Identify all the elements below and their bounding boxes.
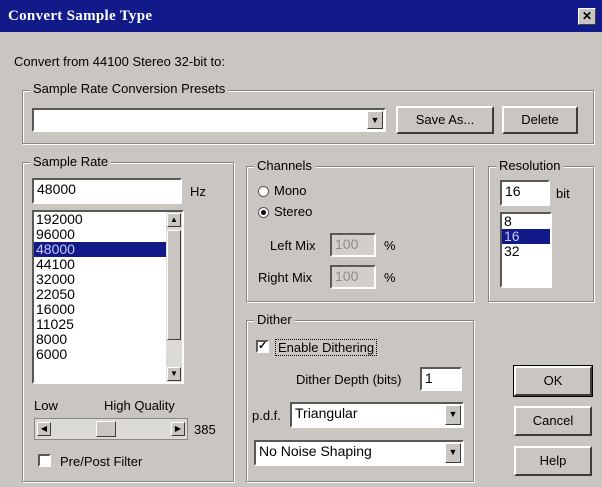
sample-rate-list-item[interactable]: 22050 — [34, 287, 182, 302]
pdf-value: Triangular — [295, 405, 358, 421]
stereo-label: Stereo — [274, 204, 313, 219]
sample-rate-list-item[interactable]: 96000 — [34, 227, 182, 242]
slider-right-icon[interactable]: ▶ — [171, 422, 185, 436]
pdf-combobox[interactable]: Triangular ▼ — [290, 402, 464, 428]
chevron-down-icon[interactable]: ▼ — [367, 111, 383, 129]
resolution-list-item[interactable]: 16 — [502, 229, 550, 244]
quality-slider[interactable]: ◀ ▶ — [34, 418, 188, 440]
sample-rate-list-item[interactable]: 32000 — [34, 272, 182, 287]
resolution-group-label: Resolution — [496, 158, 564, 173]
left-mix-label: Left Mix — [270, 238, 316, 253]
quality-low-label: Low — [34, 398, 58, 413]
scroll-up-icon[interactable]: ▲ — [167, 213, 181, 227]
noise-shaping-value: No Noise Shaping — [259, 443, 372, 459]
scroll-down-icon[interactable]: ▼ — [167, 367, 181, 381]
dither-depth-input[interactable]: 1 — [420, 367, 462, 391]
sample-rate-list-item[interactable]: 8000 — [34, 332, 182, 347]
channels-group-label: Channels — [254, 158, 315, 173]
stereo-radio[interactable] — [258, 207, 269, 218]
chevron-down-icon[interactable]: ▼ — [445, 443, 461, 463]
sample-rate-list-item[interactable]: 11025 — [34, 317, 182, 332]
sample-rate-group-label: Sample Rate — [30, 154, 112, 169]
sample-rate-scrollbar[interactable]: ▲ ▼ — [166, 212, 182, 382]
prepost-filter-label: Pre/Post Filter — [60, 454, 143, 469]
help-button[interactable]: Help — [514, 446, 592, 476]
sample-rate-list-item[interactable]: 44100 — [34, 257, 182, 272]
delete-button[interactable]: Delete — [502, 106, 578, 134]
enable-dithering-label: Enable Dithering — [274, 339, 378, 356]
left-mix-percent: % — [384, 238, 396, 253]
sample-rate-list-item[interactable]: 16000 — [34, 302, 182, 317]
presets-group-label: Sample Rate Conversion Presets — [30, 81, 229, 96]
bit-unit-label: bit — [556, 186, 570, 201]
cancel-button[interactable]: Cancel — [514, 406, 592, 436]
sample-rate-list-item[interactable]: 6000 — [34, 347, 182, 362]
dither-group-label: Dither — [254, 312, 295, 327]
save-as-button[interactable]: Save As... — [396, 106, 494, 134]
right-mix-percent: % — [384, 270, 396, 285]
resolution-list-item[interactable]: 32 — [502, 244, 550, 259]
noise-shaping-combobox[interactable]: No Noise Shaping ▼ — [254, 440, 464, 466]
sample-rate-list[interactable]: 192000 96000 48000 44100 32000 22050 16000 1102… — [32, 210, 184, 384]
window-title: Convert Sample Type — [8, 8, 153, 24]
sample-rate-list-item[interactable]: 192000 — [34, 212, 182, 227]
convert-from-label: Convert from 44100 Stereo 32-bit to: — [14, 54, 226, 69]
scroll-thumb[interactable] — [167, 230, 181, 340]
hz-unit-label: Hz — [190, 184, 206, 199]
pdf-label: p.d.f. — [252, 408, 281, 423]
mono-radio[interactable] — [258, 186, 269, 197]
resolution-list[interactable]: 8 16 32 — [500, 212, 552, 288]
enable-dithering-checkbox[interactable]: ✓ — [256, 340, 269, 353]
quality-value: 385 — [194, 422, 216, 437]
close-icon[interactable]: ✕ — [578, 8, 596, 25]
mono-label: Mono — [274, 183, 307, 198]
right-mix-input[interactable]: 100 — [330, 265, 376, 289]
dither-depth-label: Dither Depth (bits) — [296, 372, 402, 387]
chevron-down-icon[interactable]: ▼ — [445, 405, 461, 425]
title-bar: Convert Sample Type ✕ — [0, 0, 602, 32]
resolution-input[interactable]: 16 — [500, 180, 550, 206]
prepost-filter-checkbox[interactable] — [38, 454, 51, 467]
left-mix-input[interactable]: 100 — [330, 233, 376, 257]
quality-high-label: High Quality — [104, 398, 175, 413]
sample-rate-list-item[interactable]: 48000 — [34, 242, 182, 257]
slider-thumb[interactable] — [96, 421, 116, 437]
ok-button[interactable]: OK — [513, 365, 593, 397]
right-mix-label: Right Mix — [258, 270, 313, 285]
presets-combobox[interactable]: ▼ — [32, 108, 386, 132]
resolution-list-item[interactable]: 8 — [502, 214, 550, 229]
sample-rate-input[interactable]: 48000 — [32, 178, 182, 204]
slider-left-icon[interactable]: ◀ — [37, 422, 51, 436]
